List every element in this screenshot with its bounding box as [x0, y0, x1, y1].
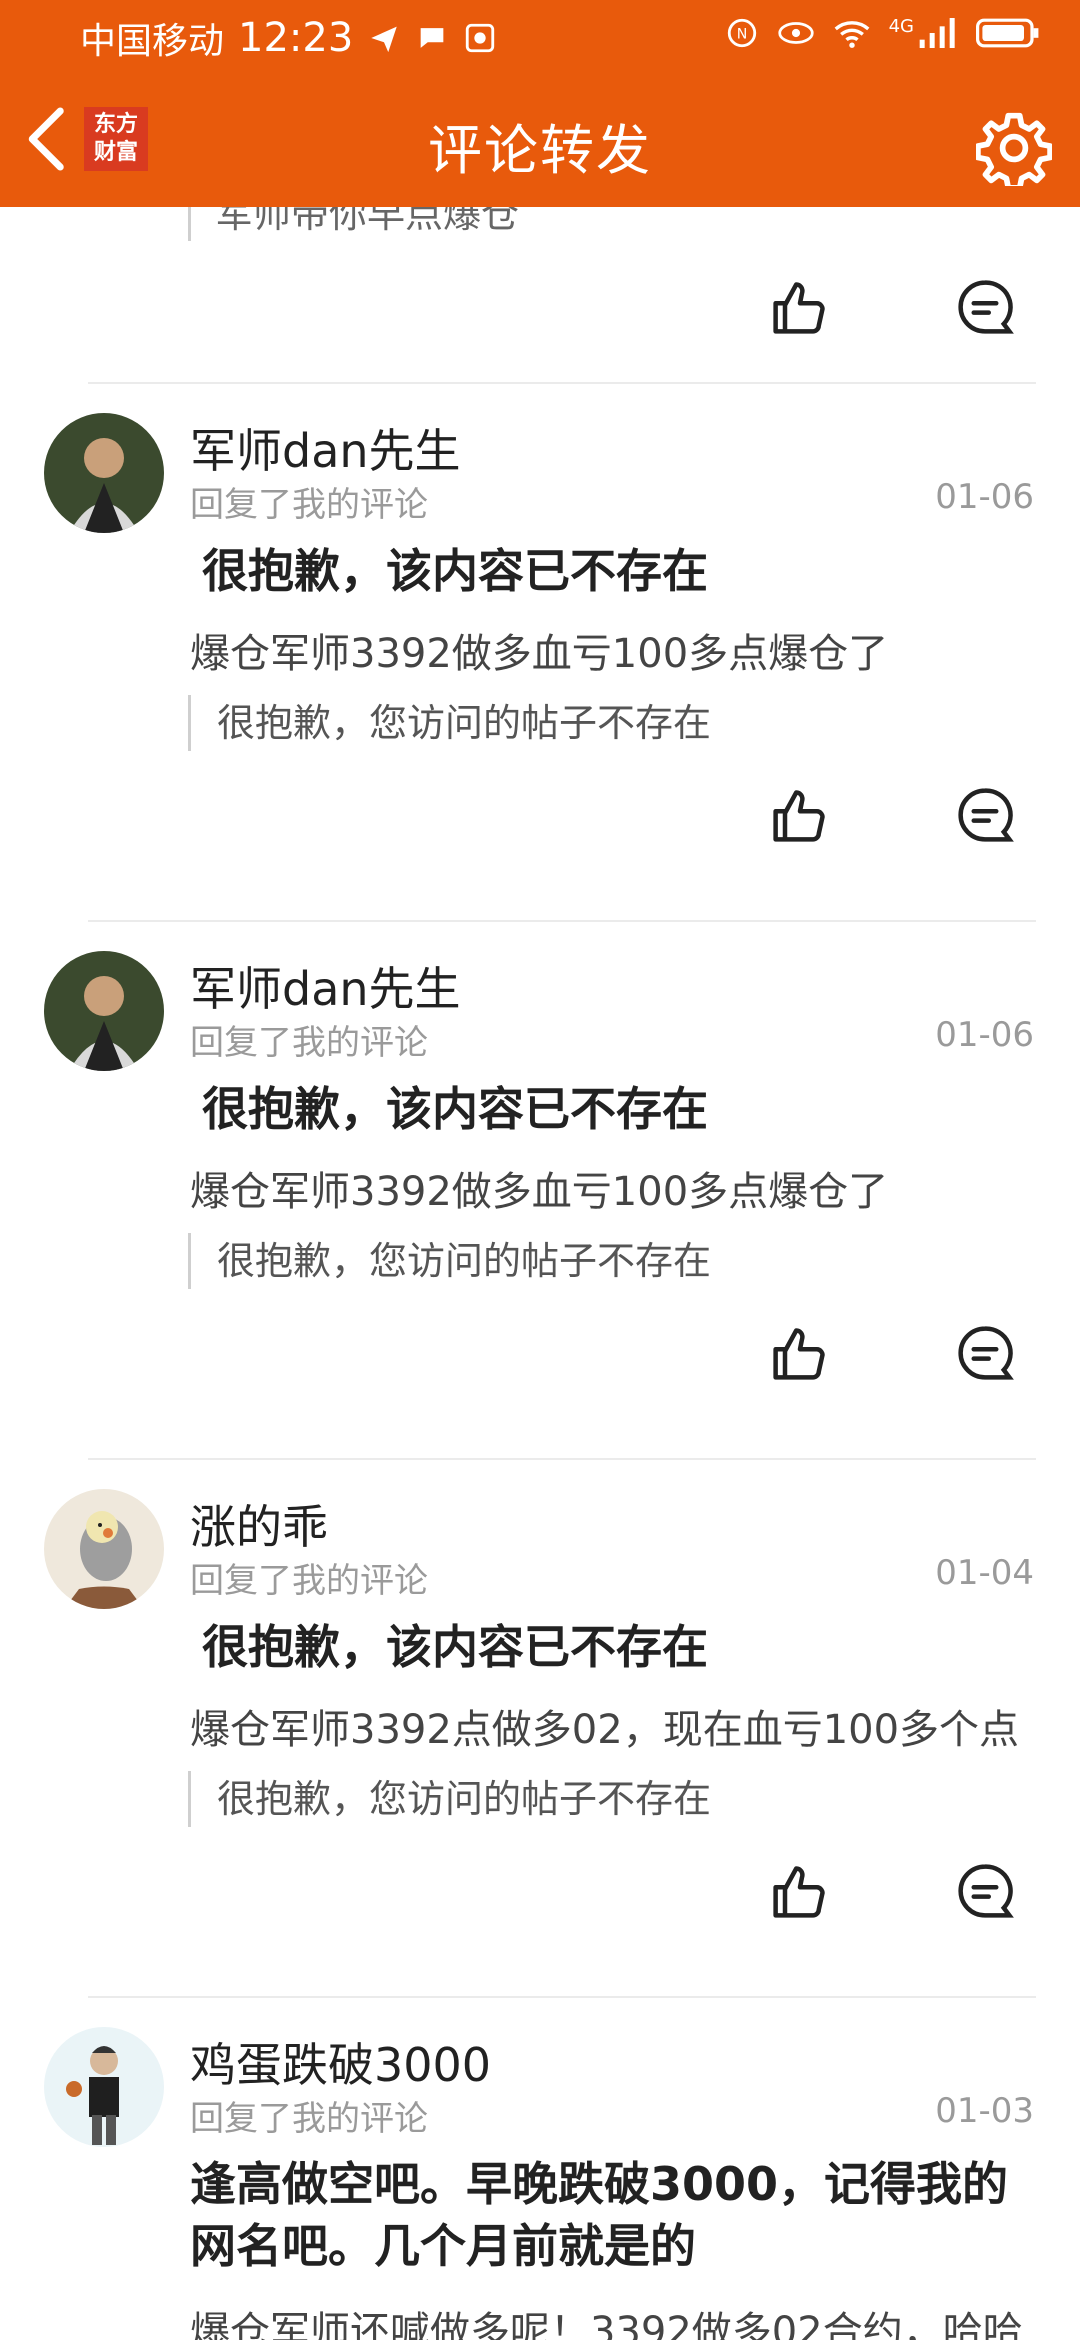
reply-bubble-icon[interactable] [955, 1323, 1015, 1383]
avatar[interactable] [44, 2027, 164, 2147]
avatar[interactable] [44, 951, 164, 1071]
like-icon[interactable] [770, 1323, 830, 1383]
comment-card[interactable]: 涨的乖 回复了我的评论 01-04 很抱歉，该内容已不存在 爆仓军师3392点做… [0, 1461, 1080, 1997]
settings-gear-icon[interactable] [976, 110, 1052, 186]
quoted-post[interactable]: 很抱歉，您访问的帖子不存在 [188, 1771, 711, 1827]
comment-body: 爆仓军师3392点做多02，现在血亏100多个点 [190, 1707, 1020, 1753]
signal-icon [919, 18, 955, 48]
divider [88, 382, 1036, 384]
quoted-post: 军师带你早点爆仓 [188, 207, 519, 241]
clock: 12:23 [238, 15, 354, 61]
like-icon[interactable] [770, 785, 830, 845]
divider [88, 1996, 1036, 1998]
send-icon [371, 26, 398, 53]
avatar[interactable] [44, 1489, 164, 1609]
status-bar: 中国移动 12:23 N 4G [0, 0, 1080, 72]
comment-actions [0, 785, 1080, 855]
divider [88, 920, 1036, 922]
app-header: 中国移动 12:23 N 4G 东方 财富 评论转发 [0, 0, 1080, 207]
network-type: 4G [888, 15, 914, 37]
svg-text:N: N [736, 27, 747, 43]
comment-date: 01-04 [935, 1553, 1034, 1593]
comment-card[interactable]: 军师dan先生 回复了我的评论 01-06 很抱歉，该内容已不存在 爆仓军师33… [0, 923, 1080, 1459]
reply-bubble-icon[interactable] [955, 277, 1015, 337]
reply-hint: 回复了我的评论 [190, 1023, 428, 1063]
comment-date: 01-06 [935, 477, 1034, 517]
eye-icon [777, 22, 814, 44]
chat-bubble-icon [420, 28, 444, 48]
username[interactable]: 鸡蛋跌破3000 [190, 2029, 491, 2095]
comment-list[interactable]: 军师带你早点爆仓 军师dan先生 回复了我的评论 01-06 很抱歉，该内容已不… [0, 207, 1080, 2340]
like-icon[interactable] [770, 1861, 830, 1921]
page-title: 评论转发 [428, 119, 652, 182]
comment-actions [0, 277, 1080, 347]
comment-headline: 很抱歉，该内容已不存在 [202, 1082, 708, 1136]
comment-headline: 逢高做空吧。早晚跌破3000，记得我的网名吧。几个月前就是的 [190, 2157, 1009, 2273]
battery-icon [976, 18, 1039, 48]
comment-headline: 很抱歉，该内容已不存在 [202, 1620, 708, 1674]
reply-hint: 回复了我的评论 [190, 1561, 428, 1601]
comment-date: 01-06 [935, 1015, 1034, 1055]
avatar[interactable] [44, 413, 164, 533]
comment-body: 爆仓军师还喊做多呢！3392做多02合约，哈哈 [190, 2309, 1023, 2340]
username[interactable]: 军师dan先生 [190, 953, 461, 1019]
reply-bubble-icon[interactable] [955, 1861, 1015, 1921]
comment-actions [0, 1861, 1080, 1931]
quoted-post[interactable]: 很抱歉，您访问的帖子不存在 [188, 695, 711, 751]
comment-card[interactable]: 军师dan先生 回复了我的评论 01-06 很抱歉，该内容已不存在 爆仓军师33… [0, 385, 1080, 921]
comment-date: 01-03 [935, 2091, 1034, 2131]
reply-hint: 回复了我的评论 [190, 2099, 428, 2139]
wifi-icon [834, 21, 869, 48]
comment-actions [0, 1323, 1080, 1393]
reply-bubble-icon[interactable] [955, 785, 1015, 845]
nfc-icon: N [727, 18, 756, 48]
app-notification-icon [466, 23, 495, 53]
quoted-post[interactable]: 很抱歉，您访问的帖子不存在 [188, 1233, 711, 1289]
divider [88, 1458, 1036, 1460]
comment-headline: 很抱歉，该内容已不存在 [202, 544, 708, 598]
carrier-label: 中国移动 [80, 21, 225, 62]
reply-hint: 回复了我的评论 [190, 485, 428, 525]
username[interactable]: 涨的乖 [190, 1491, 328, 1557]
comment-card[interactable]: 鸡蛋跌破3000 回复了我的评论 01-03 逢高做空吧。早晚跌破3000，记得… [0, 1999, 1080, 2340]
comment-body: 爆仓军师3392做多血亏100多点爆仓了 [190, 1169, 889, 1215]
username[interactable]: 军师dan先生 [190, 415, 461, 481]
like-icon[interactable] [770, 277, 830, 337]
comment-body: 爆仓军师3392做多血亏100多点爆仓了 [190, 631, 889, 677]
